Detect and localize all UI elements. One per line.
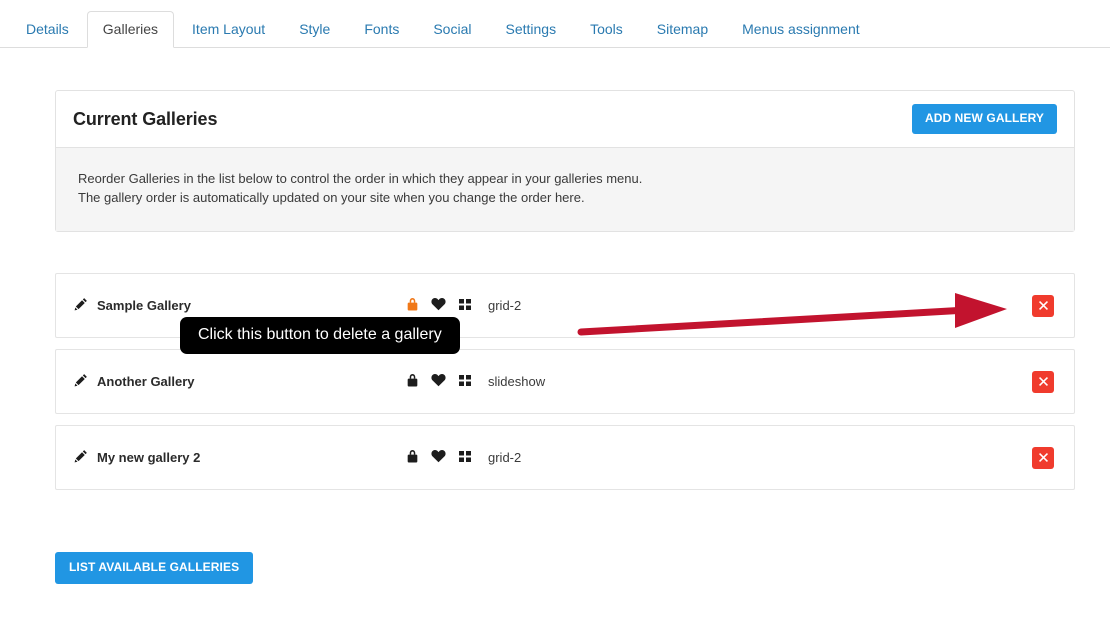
gallery-layout-label: grid-2 xyxy=(488,298,522,313)
tab-settings[interactable]: Settings xyxy=(489,11,572,48)
tab-fonts[interactable]: Fonts xyxy=(348,11,415,48)
tab-details[interactable]: Details xyxy=(10,11,85,48)
info-line-2: The gallery order is automatically updat… xyxy=(78,190,585,205)
heart-icon[interactable] xyxy=(431,373,446,390)
panel-info-box: Reorder Galleries in the list below to c… xyxy=(56,147,1074,231)
tab-social[interactable]: Social xyxy=(417,11,487,48)
current-galleries-panel: Current Galleries ADD NEW GALLERY Reorde… xyxy=(55,90,1075,232)
tab-menus-assignment[interactable]: Menus assignment xyxy=(726,11,876,48)
gallery-layout-label: slideshow xyxy=(488,374,546,389)
grid-icon[interactable] xyxy=(458,298,472,314)
drag-handle-row-1[interactable]: Sample Gallery xyxy=(74,297,191,314)
gallery-name: Another Gallery xyxy=(97,374,195,389)
gallery-meta-row-1: grid-2 xyxy=(406,297,521,315)
delete-gallery-button[interactable] xyxy=(1032,446,1054,469)
tab-list: Details Galleries Item Layout Style Font… xyxy=(10,11,878,48)
lock-icon[interactable] xyxy=(406,449,419,467)
list-available-galleries-button[interactable]: LIST AVAILABLE GALLERIES xyxy=(55,552,254,584)
table-row[interactable]: Another Gallery slideshow xyxy=(55,349,1075,414)
gallery-meta-row-3: grid-2 xyxy=(406,449,521,467)
drag-handle-row-3[interactable]: My new gallery 2 xyxy=(74,449,200,466)
info-line-1: Reorder Galleries in the list below to c… xyxy=(78,171,643,186)
panel-header: Current Galleries ADD NEW GALLERY xyxy=(56,91,1074,147)
drag-handle-row-2[interactable]: Another Gallery xyxy=(74,373,195,390)
tab-bar: Details Galleries Item Layout Style Font… xyxy=(0,0,1110,48)
tab-galleries[interactable]: Galleries xyxy=(86,11,175,48)
delete-gallery-button[interactable] xyxy=(1032,370,1054,393)
pencil-icon xyxy=(74,373,88,390)
heart-icon[interactable] xyxy=(431,297,446,314)
gallery-meta-row-2: slideshow xyxy=(406,373,545,391)
add-new-gallery-button[interactable]: ADD NEW GALLERY xyxy=(911,104,1057,134)
tab-style[interactable]: Style xyxy=(283,11,346,48)
gallery-list: Sample Gallery grid-2 Another Gallery sl… xyxy=(55,273,1075,501)
gallery-name: Sample Gallery xyxy=(97,298,191,313)
delete-gallery-button[interactable] xyxy=(1032,294,1054,317)
table-row[interactable]: My new gallery 2 grid-2 xyxy=(55,425,1075,490)
footer-actions: LIST AVAILABLE GALLERIES xyxy=(55,552,254,584)
pencil-icon xyxy=(74,297,88,314)
lock-icon[interactable] xyxy=(406,373,419,391)
tab-item-layout[interactable]: Item Layout xyxy=(176,11,281,48)
tab-tools[interactable]: Tools xyxy=(574,11,639,48)
pencil-icon xyxy=(74,449,88,466)
grid-icon[interactable] xyxy=(458,374,472,390)
heart-icon[interactable] xyxy=(431,449,446,466)
annotation-tooltip: Click this button to delete a gallery xyxy=(180,317,460,354)
page-title: Current Galleries xyxy=(73,108,218,129)
lock-icon[interactable] xyxy=(406,297,419,315)
gallery-layout-label: grid-2 xyxy=(488,450,522,465)
tab-sitemap[interactable]: Sitemap xyxy=(641,11,724,48)
grid-icon[interactable] xyxy=(458,450,472,466)
gallery-name: My new gallery 2 xyxy=(97,450,201,465)
